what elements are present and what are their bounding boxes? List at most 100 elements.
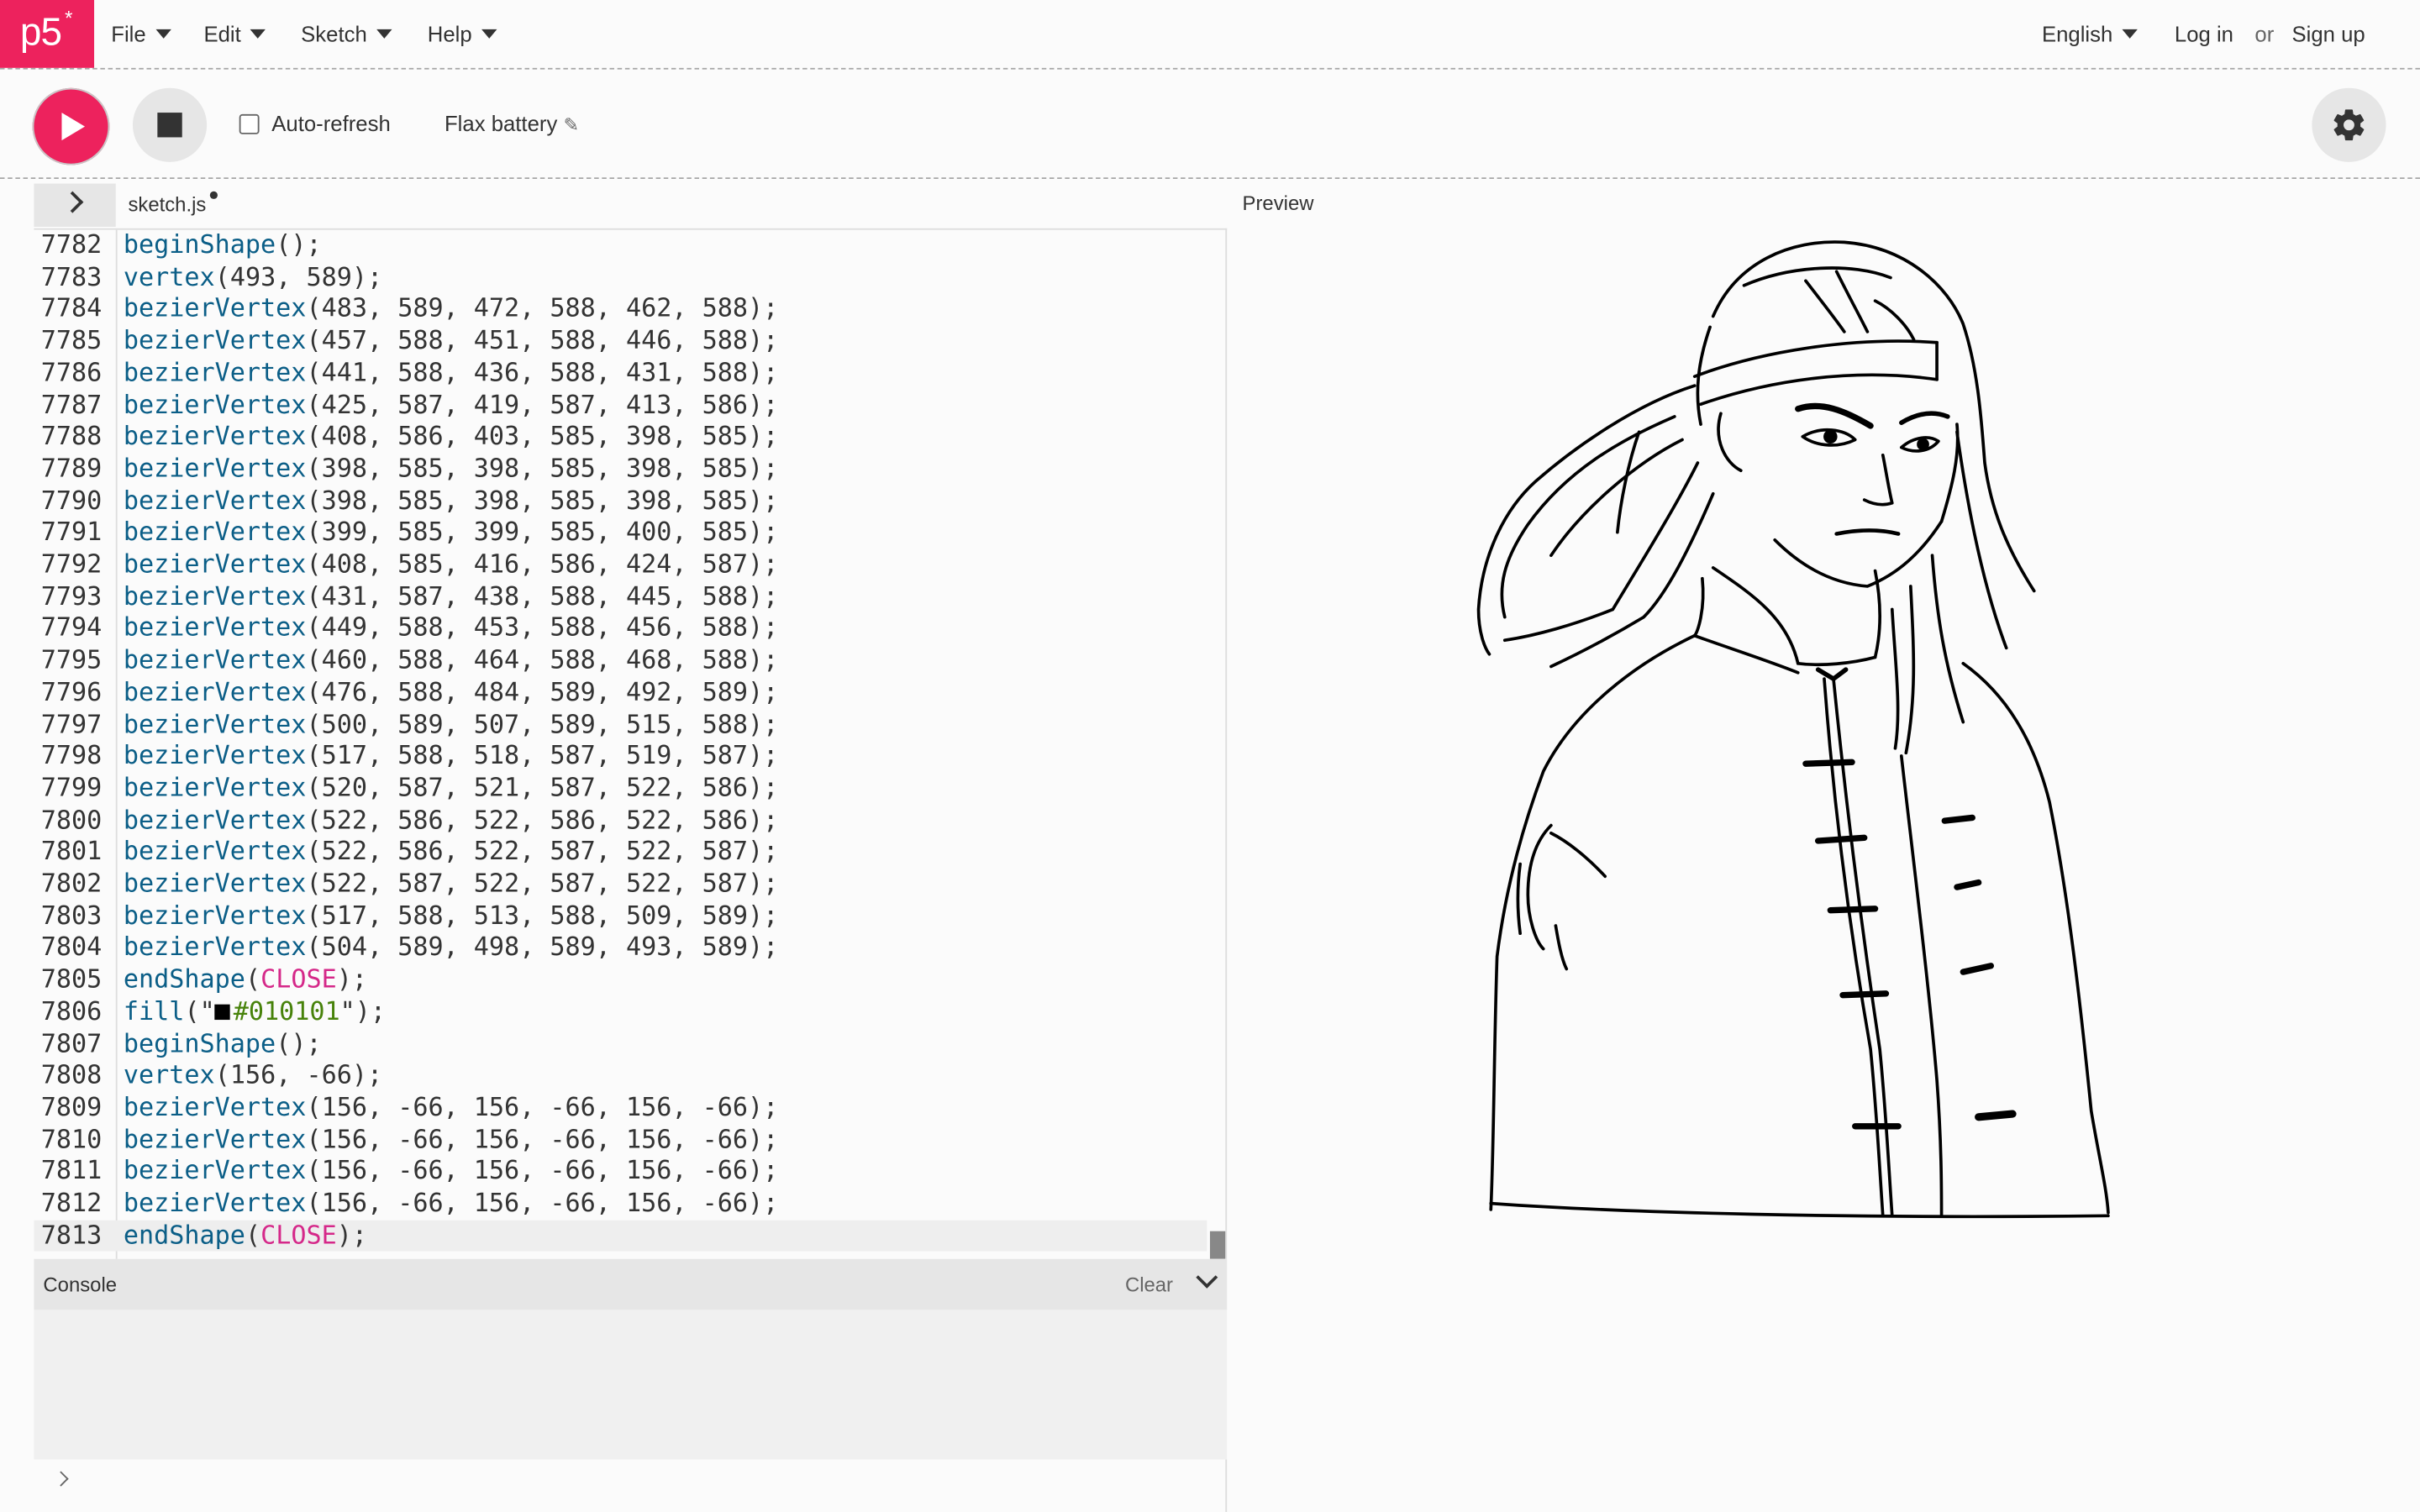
console-input[interactable] [34, 1459, 1228, 1512]
code-args: (399, 585, 399, 585, 400, 585); [306, 517, 779, 547]
auto-refresh-toggle[interactable]: Auto-refresh [239, 111, 391, 136]
code-line[interactable]: 7794 bezierVertex(449, 588, 453, 588, 456… [34, 613, 1207, 645]
code-line[interactable]: 7792 bezierVertex(408, 585, 416, 586, 424… [34, 549, 1207, 581]
code-args: (522, 586, 522, 587, 522, 587); [306, 837, 779, 866]
code-line[interactable]: 7786 bezierVertex(441, 588, 436, 588, 431… [34, 358, 1207, 390]
code-line[interactable]: 7796 bezierVertex(476, 588, 484, 589, 492… [34, 677, 1207, 709]
code-args: (); [276, 229, 322, 260]
code-text: bezierVertex(522, 587, 522, 587, 522, 58… [124, 869, 778, 900]
code-function: bezierVertex [123, 740, 307, 770]
menu-edit[interactable]: Edit [203, 22, 266, 46]
menu-edit-label: Edit [203, 21, 241, 47]
code-line[interactable]: 7806 fill(" #010101"); [34, 996, 1207, 1028]
code-function: bezierVertex [123, 357, 307, 387]
code-line[interactable]: 7782 beginShape(); [34, 230, 1207, 262]
code-line[interactable]: 7784 bezierVertex(483, 589, 472, 588, 462… [34, 294, 1207, 326]
code-text: endShape(CLOSE); [124, 964, 367, 996]
code-text: bezierVertex(522, 586, 522, 586, 522, 58… [124, 805, 778, 837]
code-line[interactable]: 7800 bezierVertex(522, 586, 522, 586, 522… [34, 805, 1207, 837]
code-text: bezierVertex(156, -66, 156, -66, 156, -6… [124, 1092, 778, 1124]
code-line[interactable]: 7804 bezierVertex(504, 589, 498, 589, 493… [34, 932, 1207, 964]
code-line[interactable]: 7787 bezierVertex(425, 587, 419, 587, 413… [34, 390, 1207, 422]
code-text: beginShape(); [124, 1028, 322, 1060]
login-link[interactable]: Log in [2175, 22, 2233, 46]
menu-help[interactable]: Help [428, 22, 497, 46]
code-line[interactable]: 7808 vertex(156, -66); [34, 1060, 1207, 1092]
code-function: bezierVertex [123, 517, 307, 547]
stop-icon [157, 113, 182, 138]
language-selector[interactable]: English [2042, 22, 2138, 46]
code-function: fill [123, 996, 185, 1026]
line-number: 7800 [40, 805, 103, 834]
code-line[interactable]: 7811 bezierVertex(156, -66, 156, -66, 156… [34, 1156, 1207, 1188]
code-function: bezierVertex [123, 772, 307, 802]
code-line[interactable]: 7812 bezierVertex(156, -66, 156, -66, 156… [34, 1188, 1207, 1220]
code-function: bezierVertex [123, 453, 307, 483]
code-line[interactable]: 7805 endShape(CLOSE); [34, 964, 1207, 996]
code-line[interactable]: 7809 bezierVertex(156, -66, 156, -66, 156… [34, 1092, 1207, 1124]
code-args: (517, 588, 513, 588, 509, 589); [306, 900, 779, 930]
code-args: (522, 587, 522, 587, 522, 587); [306, 869, 779, 898]
menu-sketch[interactable]: Sketch [301, 22, 392, 46]
line-number: 7796 [40, 676, 103, 706]
signup-link[interactable]: Sign up [2291, 22, 2365, 46]
preview-label: Preview [1242, 191, 1314, 215]
stop-button[interactable] [132, 87, 208, 162]
code-text: bezierVertex(520, 587, 521, 587, 522, 58… [124, 773, 778, 805]
line-number: 7813 [40, 1220, 103, 1250]
code-line[interactable]: 7790 bezierVertex(398, 585, 398, 585, 398… [34, 486, 1207, 517]
line-number: 7795 [40, 644, 103, 675]
file-tab-sketch-js[interactable]: sketch.js [128, 191, 218, 216]
sketch-name-button[interactable]: Flax battery ✎ [445, 111, 579, 135]
code-text: bezierVertex(408, 585, 416, 586, 424, 58… [124, 549, 778, 581]
color-swatch[interactable] [214, 1004, 231, 1020]
toolbar: Auto-refresh Flax battery ✎ [0, 70, 2420, 180]
auto-refresh-checkbox[interactable] [239, 113, 260, 134]
code-line[interactable]: 7813 endShape(CLOSE); [34, 1220, 1207, 1252]
menu-sketch-label: Sketch [301, 21, 367, 47]
settings-button[interactable] [2312, 87, 2386, 162]
code-args: (408, 586, 403, 585, 398, 585); [306, 421, 779, 451]
code-line[interactable]: 7783 vertex(493, 589); [34, 262, 1207, 294]
code-line[interactable]: 7802 bezierVertex(522, 587, 522, 587, 522… [34, 869, 1207, 900]
preview-canvas[interactable] [1228, 228, 2420, 1512]
code-line[interactable]: 7798 bezierVertex(517, 588, 518, 587, 519… [34, 741, 1207, 773]
code-line[interactable]: 7803 bezierVertex(517, 588, 513, 588, 509… [34, 900, 1207, 932]
code-text: bezierVertex(408, 586, 403, 585, 398, 58… [124, 422, 778, 454]
menu-file[interactable]: File [111, 22, 171, 46]
code-line[interactable]: 7785 bezierVertex(457, 588, 451, 588, 446… [34, 326, 1207, 358]
line-number: 7782 [40, 229, 103, 260]
code-args: (156, -66, 156, -66, 156, -66); [306, 1124, 779, 1154]
caret-down-icon [155, 29, 171, 39]
p5-logo[interactable]: p5 * [0, 0, 95, 68]
code-line[interactable]: 7793 bezierVertex(431, 587, 438, 588, 445… [34, 581, 1207, 613]
code-function: beginShape [123, 1028, 276, 1058]
code-line[interactable]: 7799 bezierVertex(520, 587, 521, 587, 522… [34, 773, 1207, 805]
code-line[interactable]: 7801 bezierVertex(522, 586, 522, 587, 522… [34, 837, 1207, 869]
code-args: (504, 589, 498, 589, 493, 589); [306, 932, 779, 962]
code-function: bezierVertex [123, 580, 307, 611]
code-line[interactable]: 7797 bezierVertex(500, 589, 507, 589, 515… [34, 709, 1207, 741]
code-line[interactable]: 7791 bezierVertex(399, 585, 399, 585, 400… [34, 517, 1207, 549]
line-number: 7784 [40, 293, 103, 323]
line-number: 7812 [40, 1188, 103, 1218]
chevron-down-icon[interactable] [1196, 1266, 1218, 1289]
code-line[interactable]: 7807 beginShape(); [34, 1028, 1207, 1060]
code-punct: ( [245, 1220, 261, 1250]
menu-file-label: File [111, 21, 146, 47]
code-editor[interactable]: 7782 beginShape(); 7783 vertex(493, 589); 77… [34, 228, 1228, 1259]
code-args: (156, -66); [214, 1060, 383, 1090]
editor-scrollbar-thumb[interactable] [1209, 1231, 1226, 1259]
p5-editor-app: p5 * File Edit Sketch Help English Log i… [0, 0, 2420, 1512]
code-line[interactable]: 7789 bezierVertex(398, 585, 398, 585, 398… [34, 454, 1207, 486]
sidebar-toggle-button[interactable] [34, 183, 116, 227]
code-text: bezierVertex(522, 586, 522, 587, 522, 58… [124, 837, 778, 869]
code-text: bezierVertex(398, 585, 398, 585, 398, 58… [124, 454, 778, 486]
play-button[interactable] [32, 87, 110, 165]
line-number: 7797 [40, 708, 103, 738]
code-function: bezierVertex [123, 869, 307, 898]
code-line[interactable]: 7795 bezierVertex(460, 588, 464, 588, 468… [34, 645, 1207, 677]
code-line[interactable]: 7810 bezierVertex(156, -66, 156, -66, 156… [34, 1124, 1207, 1156]
console-clear-button[interactable]: Clear [1125, 1273, 1173, 1296]
code-line[interactable]: 7788 bezierVertex(408, 586, 403, 585, 398… [34, 422, 1207, 454]
